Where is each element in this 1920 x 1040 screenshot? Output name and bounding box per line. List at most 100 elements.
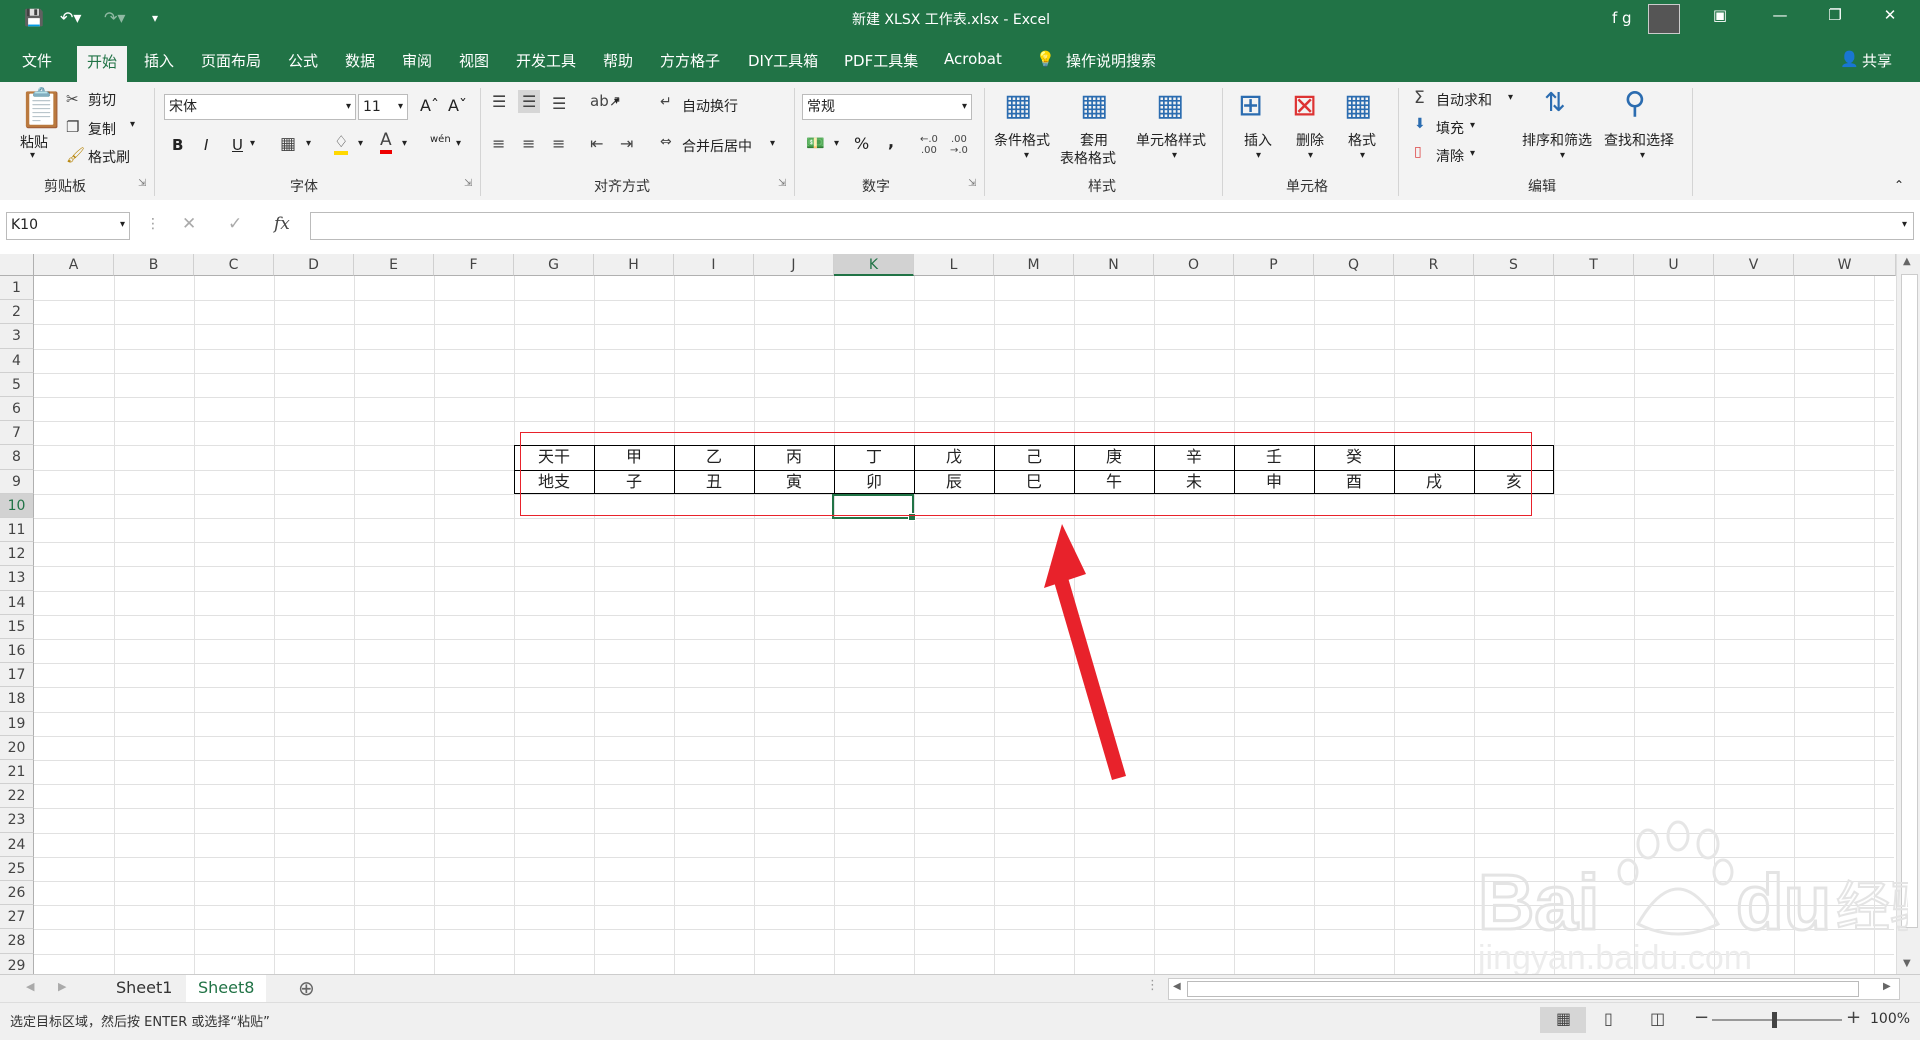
delete-cells-icon[interactable]: ⊠ <box>1292 88 1317 123</box>
sigma-icon[interactable]: Σ <box>1414 88 1425 108</box>
increase-font-icon[interactable]: Aˆ <box>420 96 439 115</box>
font-size-box[interactable]: 11 ▾ <box>358 94 408 120</box>
person-icon[interactable]: 👤 <box>1840 50 1859 68</box>
enter-icon[interactable]: ✓ <box>228 214 242 234</box>
tab-file[interactable]: 文件 <box>22 50 52 71</box>
user-name[interactable]: f g <box>1612 9 1632 27</box>
currency-dropdown-icon[interactable]: ▾ <box>834 138 839 149</box>
column-header-w[interactable]: W <box>1794 254 1896 276</box>
tab-review[interactable]: 审阅 <box>402 50 432 71</box>
function-icon[interactable]: fx <box>274 214 290 234</box>
tab-diy[interactable]: DIY工具箱 <box>748 50 818 71</box>
increase-decimal-icon[interactable]: ←.0.00 <box>920 134 938 156</box>
formula-input[interactable]: ▾ <box>310 212 1914 240</box>
expand-formula-icon[interactable]: ▾ <box>1902 213 1907 237</box>
column-header-b[interactable]: B <box>114 254 194 276</box>
normal-view-icon[interactable]: ▦ <box>1556 1009 1571 1028</box>
column-header-d[interactable]: D <box>274 254 354 276</box>
scissors-icon[interactable]: ✂ <box>66 90 79 108</box>
column-header-e[interactable]: E <box>354 254 434 276</box>
tab-formulas[interactable]: 公式 <box>288 50 318 71</box>
tab-acrobat[interactable]: Acrobat <box>944 50 1002 68</box>
delete-button[interactable]: 删除 <box>1296 130 1324 150</box>
format-painter-button[interactable]: 格式刷 <box>88 147 130 167</box>
customize-qat-icon[interactable]: ▾ <box>152 11 158 25</box>
row-header-27[interactable]: 27 <box>0 905 34 930</box>
lightbulb-icon[interactable]: 💡 <box>1036 50 1055 68</box>
avatar[interactable] <box>1648 4 1680 34</box>
row-header-7[interactable]: 7 <box>0 421 34 446</box>
prev-sheet-icon[interactable]: ◀ <box>26 980 34 993</box>
row-header-3[interactable]: 3 <box>0 324 34 349</box>
collapse-ribbon-icon[interactable]: ⌃ <box>1894 178 1904 192</box>
comma-button[interactable]: , <box>888 132 894 151</box>
tab-view[interactable]: 视图 <box>459 50 489 71</box>
insert-dropdown-icon[interactable]: ▾ <box>1256 150 1261 161</box>
column-header-j[interactable]: J <box>754 254 834 276</box>
row-header-26[interactable]: 26 <box>0 881 34 906</box>
font-name-box[interactable]: 宋体 ▾ <box>164 94 356 120</box>
column-header-q[interactable]: Q <box>1314 254 1394 276</box>
horizontal-scroll-thumb[interactable] <box>1187 981 1859 997</box>
row-header-21[interactable]: 21 <box>0 760 34 785</box>
column-header-i[interactable]: I <box>674 254 754 276</box>
column-header-u[interactable]: U <box>1634 254 1714 276</box>
fill-dropdown-icon[interactable]: ▾ <box>1470 120 1475 131</box>
row-header-12[interactable]: 12 <box>0 542 34 567</box>
row-header-2[interactable]: 2 <box>0 300 34 325</box>
row-header-5[interactable]: 5 <box>0 372 34 397</box>
select-all-corner[interactable] <box>0 254 34 276</box>
merge-center-button[interactable]: 合并后居中 <box>682 136 752 156</box>
tab-ffgz[interactable]: 方方格子 <box>660 50 720 71</box>
align-right-icon[interactable]: ≡ <box>552 134 565 153</box>
row-header-4[interactable]: 4 <box>0 348 34 373</box>
row-header-14[interactable]: 14 <box>0 590 34 615</box>
chevron-down-icon[interactable]: ▾ <box>120 213 125 237</box>
close-icon[interactable]: ✕ <box>1870 6 1910 30</box>
row-header-28[interactable]: 28 <box>0 929 34 954</box>
row-header-24[interactable]: 24 <box>0 832 34 857</box>
sort-filter-button[interactable]: 排序和筛选 <box>1522 130 1592 150</box>
find-dropdown-icon[interactable]: ▾ <box>1640 150 1645 161</box>
scroll-up-icon[interactable]: ▲ <box>1903 256 1911 267</box>
row-header-17[interactable]: 17 <box>0 663 34 688</box>
eraser-icon[interactable]: ▯ <box>1414 144 1422 160</box>
conditional-format-icon[interactable]: ▦ <box>1004 88 1032 123</box>
column-header-c[interactable]: C <box>194 254 274 276</box>
column-header-m[interactable]: M <box>994 254 1074 276</box>
increase-indent-icon[interactable]: ⇥ <box>620 134 633 153</box>
zoom-out-icon[interactable]: − <box>1694 1007 1709 1028</box>
cell-styles-dropdown-icon[interactable]: ▾ <box>1172 150 1177 161</box>
copy-button[interactable]: 复制 <box>88 119 116 139</box>
column-header-v[interactable]: V <box>1714 254 1794 276</box>
wrap-text-button[interactable]: 自动换行 <box>682 96 738 116</box>
copy-icon[interactable]: ❐ <box>66 118 79 136</box>
share-button[interactable]: 共享 <box>1862 50 1892 71</box>
column-header-f[interactable]: F <box>434 254 514 276</box>
phonetic-dropdown-icon[interactable]: ▾ <box>456 138 461 149</box>
row-header-25[interactable]: 25 <box>0 856 34 881</box>
wrap-text-icon[interactable]: ↵ <box>660 94 672 110</box>
fill-button[interactable]: 填充 <box>1436 118 1464 138</box>
column-header-t[interactable]: T <box>1554 254 1634 276</box>
sort-dropdown-icon[interactable]: ▾ <box>1560 150 1565 161</box>
name-box[interactable]: K10 ▾ <box>6 212 130 240</box>
tab-developer[interactable]: 开发工具 <box>516 50 576 71</box>
restore-icon[interactable]: ❐ <box>1815 6 1855 30</box>
sheet-tab-sheet1[interactable]: Sheet1 <box>104 975 184 1002</box>
page-break-view-icon[interactable]: ◫ <box>1650 1009 1665 1028</box>
align-left-icon[interactable]: ≡ <box>492 134 505 153</box>
align-center-icon[interactable]: ≡ <box>522 134 535 153</box>
next-sheet-icon[interactable]: ▶ <box>58 980 66 993</box>
align-bottom-icon[interactable]: ☰ <box>552 94 566 113</box>
dialog-launcher-icon[interactable]: ⇲ <box>968 178 976 189</box>
format-cells-icon[interactable]: ▦ <box>1344 88 1372 123</box>
row-header-18[interactable]: 18 <box>0 687 34 712</box>
row-header-11[interactable]: 11 <box>0 518 34 543</box>
column-header-s[interactable]: S <box>1474 254 1554 276</box>
dialog-launcher-icon[interactable]: ⇲ <box>138 178 146 189</box>
dialog-launcher-icon[interactable]: ⇲ <box>464 178 472 189</box>
decrease-font-icon[interactable]: Aˇ <box>448 96 467 115</box>
chevron-down-icon[interactable]: ▾ <box>398 95 403 119</box>
paste-icon[interactable]: 📋 <box>18 86 65 131</box>
